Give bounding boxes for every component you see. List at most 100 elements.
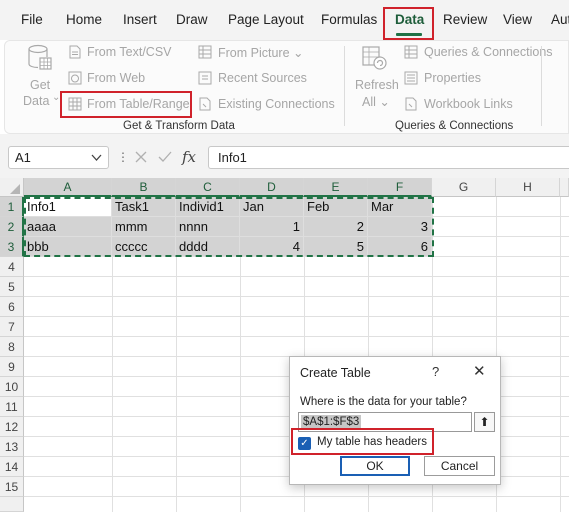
from-table-range-highlight-box — [60, 91, 192, 118]
tab-review[interactable]: Review — [443, 12, 487, 27]
tab-home[interactable]: Home — [66, 12, 102, 27]
queries-connections-button[interactable]: Queries & Connections — [404, 44, 564, 62]
insert-function-icon[interactable]: fx — [182, 148, 196, 166]
row-header-partial[interactable] — [0, 497, 24, 512]
column-header-e[interactable]: E — [304, 178, 368, 197]
formula-input[interactable]: Info1 — [208, 146, 569, 169]
cell-f3[interactable]: 6 — [368, 237, 432, 257]
row-header-15[interactable]: 15 — [0, 477, 24, 497]
cell-a2[interactable]: aaaa — [24, 217, 112, 237]
cell-d1[interactable]: Jan — [240, 197, 304, 217]
refresh-icon — [362, 46, 387, 70]
headers-checkbox-highlight-box — [291, 428, 434, 455]
row-header-14[interactable]: 14 — [0, 457, 24, 477]
get-data-label-line1: Get — [30, 78, 51, 92]
range-prompt-label: Where is the data for your table? — [300, 396, 467, 408]
picture-table-icon — [198, 45, 212, 59]
row-header-10[interactable]: 10 — [0, 377, 24, 397]
get-data-button[interactable]: Get Data ⌄ — [22, 44, 60, 110]
tab-file[interactable]: File — [21, 12, 43, 27]
from-picture-label: From Picture ⌄ — [218, 46, 304, 60]
ok-button[interactable]: OK — [340, 456, 410, 476]
cell-e3[interactable]: 5 — [304, 237, 368, 257]
row-header-8[interactable]: 8 — [0, 337, 24, 357]
tab-insert[interactable]: Insert — [123, 12, 157, 27]
name-box-value: A1 — [15, 150, 31, 165]
cell-e1[interactable]: Feb — [304, 197, 368, 217]
refresh-label-line1: Refresh — [355, 78, 399, 92]
from-picture-button[interactable]: From Picture ⌄ — [197, 44, 317, 62]
column-header-c[interactable]: C — [176, 178, 240, 197]
cell-c3[interactable]: dddd — [176, 237, 240, 257]
tab-formulas[interactable]: Formulas — [321, 12, 377, 27]
column-header-partial[interactable] — [560, 178, 569, 197]
recent-sources-button[interactable]: Recent Sources — [197, 70, 317, 88]
row-header-2[interactable]: 2 — [0, 217, 24, 237]
get-data-label-line2: Data — [23, 94, 50, 108]
properties-icon — [404, 71, 418, 85]
row-header-6[interactable]: 6 — [0, 297, 24, 317]
from-text-csv-button[interactable]: From Text/CSV — [66, 44, 186, 62]
column-header-b[interactable]: B — [112, 178, 176, 197]
refresh-all-button[interactable]: Refresh All ⌄ — [353, 44, 399, 110]
tab-page-layout[interactable]: Page Layout — [228, 12, 304, 27]
select-all-triangle-icon — [10, 184, 20, 194]
row-header-9[interactable]: 9 — [0, 357, 24, 377]
tab-view[interactable]: View — [503, 12, 532, 27]
column-header-h[interactable]: H — [496, 178, 560, 197]
row-header-11[interactable]: 11 — [0, 397, 24, 417]
row-header-4[interactable]: 4 — [0, 257, 24, 277]
refresh-label-line2: All ⌄ — [362, 95, 390, 109]
tab-automate[interactable]: Aut — [551, 12, 569, 27]
existing-connections-icon — [199, 97, 211, 111]
row-header-1[interactable]: 1 — [0, 197, 24, 217]
enter-check-icon[interactable] — [157, 149, 173, 165]
group-separator — [344, 46, 345, 126]
column-header-d[interactable]: D — [240, 178, 304, 197]
column-header-a[interactable]: A — [24, 178, 112, 197]
workbook-links-button[interactable]: Workbook Links — [404, 96, 524, 114]
column-header-f[interactable]: F — [368, 178, 432, 197]
cell-d3[interactable]: 4 — [240, 237, 304, 257]
cell-b2[interactable]: mmm — [112, 217, 176, 237]
range-value: $A$1:$F$3 — [301, 415, 362, 429]
cell-a1[interactable]: Info1 — [24, 197, 112, 217]
dialog-title: Create Table — [300, 366, 371, 380]
from-web-label: From Web — [87, 71, 146, 85]
help-icon[interactable]: ? — [432, 364, 439, 379]
queries-icon — [404, 45, 418, 59]
web-page-icon — [68, 71, 82, 85]
cell-b3[interactable]: ccccc — [112, 237, 176, 257]
select-all-corner[interactable] — [0, 178, 24, 197]
queries-connections-label: Queries & Connections — [424, 45, 553, 59]
from-web-button[interactable]: From Web — [66, 70, 186, 88]
cell-d2[interactable]: 1 — [240, 217, 304, 237]
database-icon — [28, 44, 52, 70]
properties-label: Properties — [424, 71, 481, 85]
chevron-down-icon[interactable] — [91, 154, 102, 162]
tab-draw[interactable]: Draw — [176, 12, 208, 27]
row-header-12[interactable]: 12 — [0, 417, 24, 437]
row-header-7[interactable]: 7 — [0, 317, 24, 337]
existing-connections-button[interactable]: Existing Connections — [197, 96, 337, 114]
row-header-5[interactable]: 5 — [0, 277, 24, 297]
properties-button[interactable]: Properties — [404, 70, 524, 88]
cell-a3[interactable]: bbb — [24, 237, 112, 257]
cancel-icon[interactable] — [133, 149, 149, 165]
cell-c1[interactable]: Individ1 — [176, 197, 240, 217]
close-icon[interactable]: ✕ — [473, 362, 486, 380]
cell-c2[interactable]: nnnn — [176, 217, 240, 237]
cell-f1[interactable]: Mar — [368, 197, 432, 217]
cell-e2[interactable]: 2 — [304, 217, 368, 237]
row-header-13[interactable]: 13 — [0, 437, 24, 457]
cell-b1[interactable]: Task1 — [112, 197, 176, 217]
text-file-icon — [69, 45, 81, 59]
collapse-dialog-icon[interactable]: ⬆ — [474, 412, 495, 432]
column-header-g[interactable]: G — [432, 178, 496, 197]
row-header-3[interactable]: 3 — [0, 237, 24, 257]
existing-connections-label: Existing Connections — [218, 97, 335, 111]
cell-f2[interactable]: 3 — [368, 217, 432, 237]
name-box[interactable]: A1 — [8, 146, 109, 169]
cancel-button[interactable]: Cancel — [424, 456, 495, 476]
formula-bar-grip-icon: ⋮ — [117, 150, 129, 164]
